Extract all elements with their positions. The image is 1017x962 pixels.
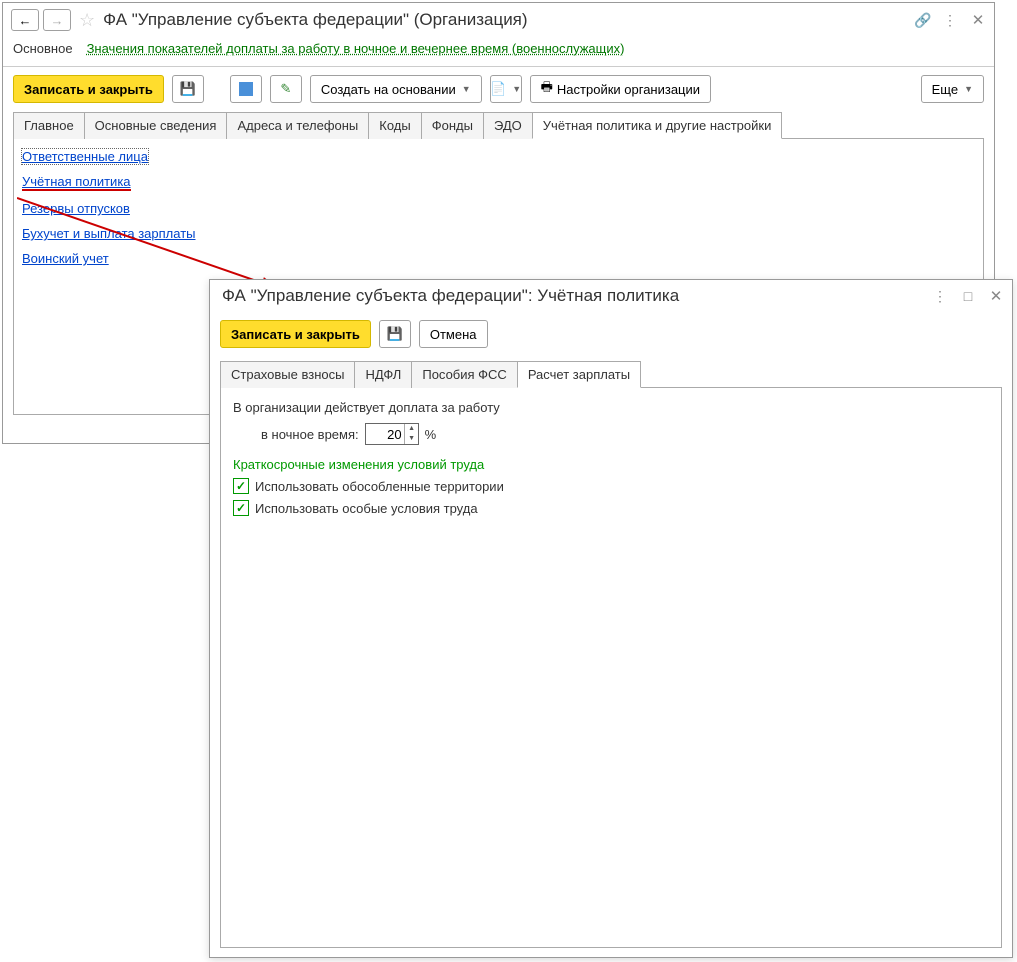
night-time-row: в ночное время: ▲ ▼ % [261,423,989,445]
spin-up-icon[interactable]: ▲ [405,424,419,434]
save-button[interactable]: 💾 [172,75,204,103]
nav-forward-button[interactable]: → [43,9,71,31]
create-based-button[interactable]: Создать на основании ▼ [310,75,482,103]
floppy-icon: 💾 [180,81,196,97]
spinner-buttons: ▲ ▼ [404,424,419,444]
close-icon[interactable]: ✕ [970,11,986,29]
tab-addresses[interactable]: Адреса и телефоны [226,112,369,139]
chevron-down-icon: ▼ [512,84,521,94]
more-label: Еще [932,82,958,97]
save-close-button[interactable]: Записать и закрыть [220,320,371,348]
edit-button[interactable] [270,75,302,103]
nav-main[interactable]: Основное [13,41,73,56]
accounting-policy-window: ФА "Управление субъекта федерации": Учёт… [209,279,1013,958]
tab-codes[interactable]: Коды [368,112,421,139]
sub-tabs: Страховые взносы НДФЛ Пособия ФСС Расчет… [220,360,1002,388]
tab-edo[interactable]: ЭДО [483,112,533,139]
main-titlebar: ← → ☆ ФА "Управление субъекта федерации"… [3,3,994,35]
sub-body: Записать и закрыть 💾 Отмена Страховые вз… [210,310,1012,958]
link-responsible-persons[interactable]: Ответственные лица [22,149,148,164]
nav-back-button[interactable]: ← [11,9,39,31]
pencil-icon [280,81,291,97]
spin-down-icon[interactable]: ▼ [405,434,419,444]
attachments-button[interactable]: ▼ [490,75,522,103]
percent-label: % [425,427,437,442]
chevron-down-icon: ▼ [964,84,973,94]
checkbox-territories-label: Использовать обособленные территории [255,479,504,494]
settings-link-list: Ответственные лица Учётная политика Резе… [22,149,975,266]
short-term-changes-title: Краткосрочные изменения условий труда [233,457,989,472]
kebab-menu-icon[interactable]: ⋮ [932,288,948,305]
checkbox-conditions[interactable]: ✓ [233,500,249,516]
org-settings-button[interactable]: 🖶 Настройки организации [530,75,711,103]
window-title: ФА "Управление субъекта федерации" (Орга… [103,10,902,30]
tab-ndfl[interactable]: НДФЛ [354,361,412,388]
checkbox-row-conditions: ✓ Использовать особые условия труда [233,500,989,516]
tab-funds[interactable]: Фонды [421,112,484,139]
save-button[interactable]: 💾 [379,320,411,348]
favorite-star-icon[interactable]: ☆ [79,10,95,31]
main-tabs: Главное Основные сведения Адреса и телеф… [13,111,984,139]
tab-main[interactable]: Главное [13,112,85,139]
nav-strip: Основное Значения показателей доплаты за… [3,35,994,67]
sub-titlebar: ФА "Управление субъекта федерации": Учёт… [210,280,1012,310]
kebab-menu-icon[interactable]: ⋮ [942,12,958,29]
link-vacation-reserves[interactable]: Резервы отпусков [22,201,130,216]
link-icon[interactable]: 🔗 [914,12,930,29]
sub-window-title: ФА "Управление субъекта федерации": Учёт… [218,286,920,306]
salary-calc-panel: В организации действует доплата за работ… [220,388,1002,948]
sub-toolbar: Записать и закрыть 💾 Отмена [220,320,1002,356]
checkbox-conditions-label: Использовать особые условия труда [255,501,478,516]
tab-basic-info[interactable]: Основные сведения [84,112,228,139]
folder-icon [490,81,506,97]
link-accounting-payroll[interactable]: Бухучет и выплата зарплаты [22,226,196,241]
save-close-button[interactable]: Записать и закрыть [13,75,164,103]
checkbox-territories[interactable]: ✓ [233,478,249,494]
tab-insurance[interactable]: Страховые взносы [220,361,355,388]
night-time-spinner[interactable]: ▲ ▼ [365,423,419,445]
nav-indicators-link[interactable]: Значения показателей доплаты за работу в… [87,41,625,56]
tab-accounting-policy[interactable]: Учётная политика и другие настройки [532,112,783,139]
cancel-button[interactable]: Отмена [419,320,488,348]
more-button[interactable]: Еще ▼ [921,75,984,103]
tab-salary-calc[interactable]: Расчет зарплаты [517,361,641,388]
night-time-label: в ночное время: [261,427,359,442]
night-time-input[interactable] [366,427,404,442]
main-toolbar: Записать и закрыть 💾 Создать на основани… [3,67,994,111]
link-military-record[interactable]: Воинский учет [22,251,109,266]
maximize-icon[interactable]: □ [960,288,976,304]
checkbox-row-territories: ✓ Использовать обособленные территории [233,478,989,494]
create-based-label: Создать на основании [321,82,456,97]
extra-pay-heading: В организации действует доплата за работ… [233,400,989,415]
floppy-icon: 💾 [387,326,403,342]
printer-icon: 🖶 [541,78,553,100]
close-icon[interactable]: ✕ [988,287,1004,305]
document-button[interactable] [230,75,262,103]
link-accounting-policy[interactable]: Учётная политика [22,174,131,191]
chevron-down-icon: ▼ [462,84,471,94]
document-icon [239,82,253,96]
org-settings-label: Настройки организации [557,82,700,97]
tab-benefits[interactable]: Пособия ФСС [411,361,517,388]
